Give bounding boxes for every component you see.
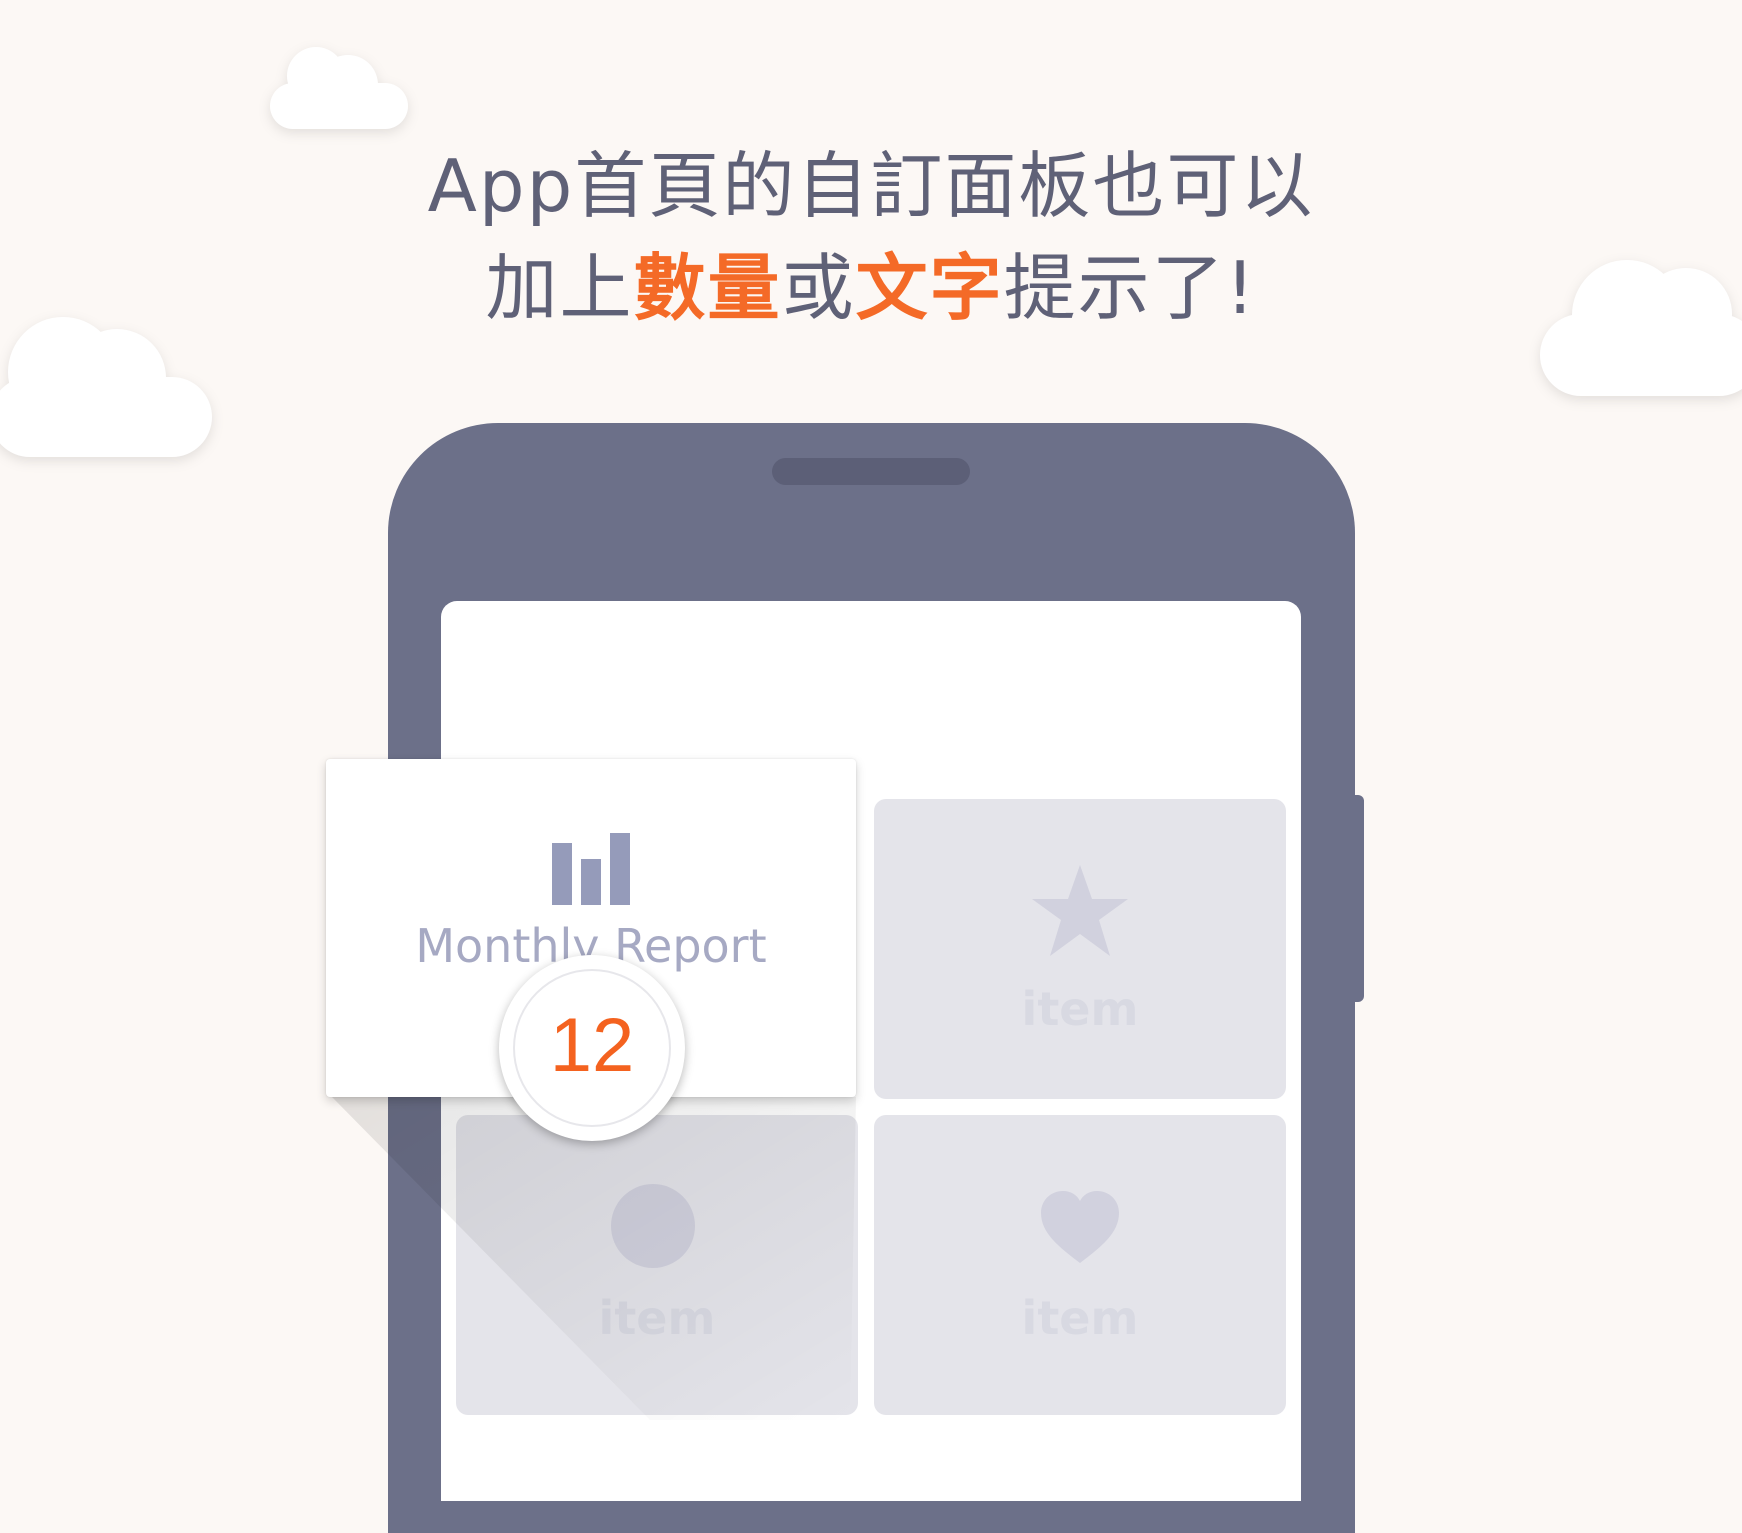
headline-line-1: App首頁的自訂面板也可以: [427, 144, 1315, 228]
bar-chart-icon: [552, 833, 630, 905]
headline-text: 加上: [485, 246, 634, 330]
headline: App首頁的自訂面板也可以 加上數量或文字提示了!: [0, 135, 1742, 339]
star-icon: [1032, 865, 1128, 956]
grid-tile-star[interactable]: item: [874, 799, 1286, 1099]
heart-icon: [1041, 1191, 1119, 1263]
tile-label: item: [1021, 1291, 1139, 1345]
tile-label: item: [1021, 982, 1139, 1036]
grid-tile-heart[interactable]: item: [874, 1115, 1286, 1415]
count-badge: 12: [499, 955, 685, 1141]
headline-text: 或: [781, 246, 856, 330]
badge-count: 12: [549, 1003, 635, 1088]
grid-tile-circle[interactable]: item: [456, 1115, 858, 1415]
circle-icon: [611, 1184, 695, 1268]
headline-highlight-text: 文字: [855, 246, 1004, 330]
cloud-top-left: [270, 45, 410, 130]
tile-label: item: [598, 1291, 716, 1345]
phone-speaker: [772, 458, 970, 485]
headline-highlight-count: 數量: [633, 246, 782, 330]
headline-text: 提示了!: [1003, 246, 1257, 330]
headline-line-2: 加上數量或文字提示了!: [0, 237, 1742, 339]
